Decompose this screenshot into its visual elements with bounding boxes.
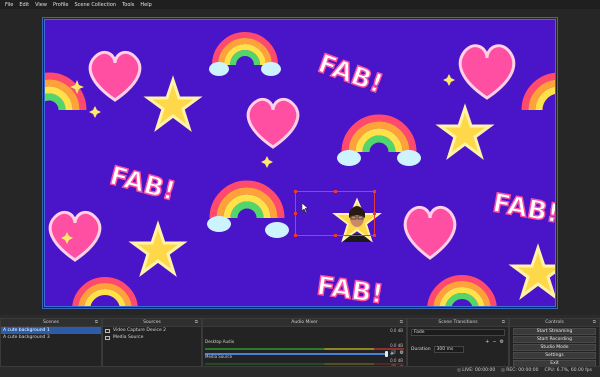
start-recording-button[interactable]: Start Recording [513, 336, 596, 343]
scene-item-label: A cute background 1 [3, 328, 50, 333]
add-icon[interactable]: + [485, 339, 489, 345]
resize-handle[interactable] [334, 234, 337, 237]
track-db: 0.0 dB [390, 358, 403, 363]
play-icon [105, 335, 110, 340]
transition-toolbar: + − ⚙ [408, 338, 508, 346]
rec-status: REC: 00:00:00 [501, 367, 539, 375]
source-item[interactable]: Media Source [103, 334, 201, 341]
scene-item[interactable]: A cute background 1 [1, 327, 101, 334]
mixer-title: Audio Mixer [291, 320, 318, 325]
controls-panel-header: Controls ⧉ [510, 319, 599, 327]
mixer-panel-header: Audio Mixer ⧉ [203, 319, 406, 327]
transitions-panel-header: Scene Transitions ⧉ [408, 319, 508, 327]
scenes-title: Scenes [42, 320, 60, 325]
preview-canvas[interactable]: FAB! FAB! FAB! FAB! [44, 19, 556, 307]
resize-handle[interactable] [294, 212, 297, 215]
scene-item-label: A cute background 3 [3, 335, 50, 340]
remove-icon[interactable]: − [492, 339, 496, 345]
menu-tools[interactable]: Tools [119, 2, 137, 8]
mixer-track-desktop-audio: Desktop Audio 0.0 dB 🔊 ⚙ [203, 327, 406, 357]
scene-item[interactable]: A cute background 3 [1, 334, 101, 341]
track-db: 0.0 dB [390, 328, 403, 333]
menu-bar: File Edit View Profile Scene Collection … [0, 0, 600, 9]
transition-select[interactable]: Fade [411, 329, 505, 336]
cpu-status: CPU: 6.7%, 60.00 fps [544, 368, 593, 373]
live-indicator-icon [457, 367, 462, 372]
rec-indicator-icon [501, 367, 506, 372]
resize-handle[interactable] [294, 190, 297, 193]
menu-edit[interactable]: Edit [16, 2, 32, 8]
dock-float-icon[interactable]: ⧉ [502, 319, 505, 327]
menu-profile[interactable]: Profile [50, 2, 72, 8]
source-item-label: Media Source [113, 335, 144, 340]
duration-row: Duration 300 ms [408, 346, 508, 353]
live-status: LIVE: 00:00:00 [457, 367, 495, 375]
gear-icon[interactable]: ⚙ [500, 339, 504, 345]
transitions-title: Scene Transitions [438, 320, 478, 325]
mixer-track-media-source: Media Source 0.0 dB 🔊 ⚙ [203, 342, 406, 372]
background-artwork: FAB! FAB! FAB! FAB! [45, 20, 555, 306]
sources-title: Sources [143, 320, 161, 325]
dock-float-icon[interactable]: ⧉ [400, 319, 403, 327]
dock-float-icon[interactable]: ⧉ [593, 319, 596, 327]
source-item[interactable]: Video Capture Device 2 [103, 327, 201, 334]
preview-area[interactable]: FAB! FAB! FAB! FAB! [0, 9, 600, 315]
dock-float-icon[interactable]: ⧉ [195, 319, 198, 327]
menu-view[interactable]: View [32, 2, 50, 8]
settings-button[interactable]: Settings [513, 352, 596, 359]
resize-handle[interactable] [373, 190, 376, 193]
resize-handle[interactable] [334, 190, 337, 193]
menu-help[interactable]: Help [137, 2, 154, 8]
duration-input[interactable]: 300 ms [433, 346, 464, 353]
resize-handle[interactable] [294, 234, 297, 237]
resize-handle[interactable] [373, 234, 376, 237]
sources-panel-header: Sources ⧉ [103, 319, 201, 327]
menu-scene-collection[interactable]: Scene Collection [71, 2, 119, 8]
status-bar: LIVE: 00:00:00 REC: 00:00:00 CPU: 6.7%, … [0, 366, 600, 375]
duration-label: Duration [411, 347, 431, 352]
source-selection-box[interactable] [294, 190, 376, 237]
dock-float-icon[interactable]: ⧉ [95, 319, 98, 327]
source-item-label: Video Capture Device 2 [113, 328, 167, 333]
menu-file[interactable]: File [2, 2, 16, 8]
track-db: 0.0 dB [390, 343, 403, 348]
controls-title: Controls [545, 320, 564, 325]
scenes-panel-header: Scenes ⧉ [1, 319, 101, 327]
mouse-cursor-icon [302, 203, 309, 213]
rec-status-text: REC: 00:00:00 [506, 368, 539, 373]
studio-mode-button[interactable]: Studio Mode [513, 344, 596, 351]
camera-icon [105, 328, 110, 333]
live-status-text: LIVE: 00:00:00 [462, 368, 496, 373]
start-streaming-button[interactable]: Start Streaming [513, 328, 596, 335]
resize-handle[interactable] [373, 212, 376, 215]
